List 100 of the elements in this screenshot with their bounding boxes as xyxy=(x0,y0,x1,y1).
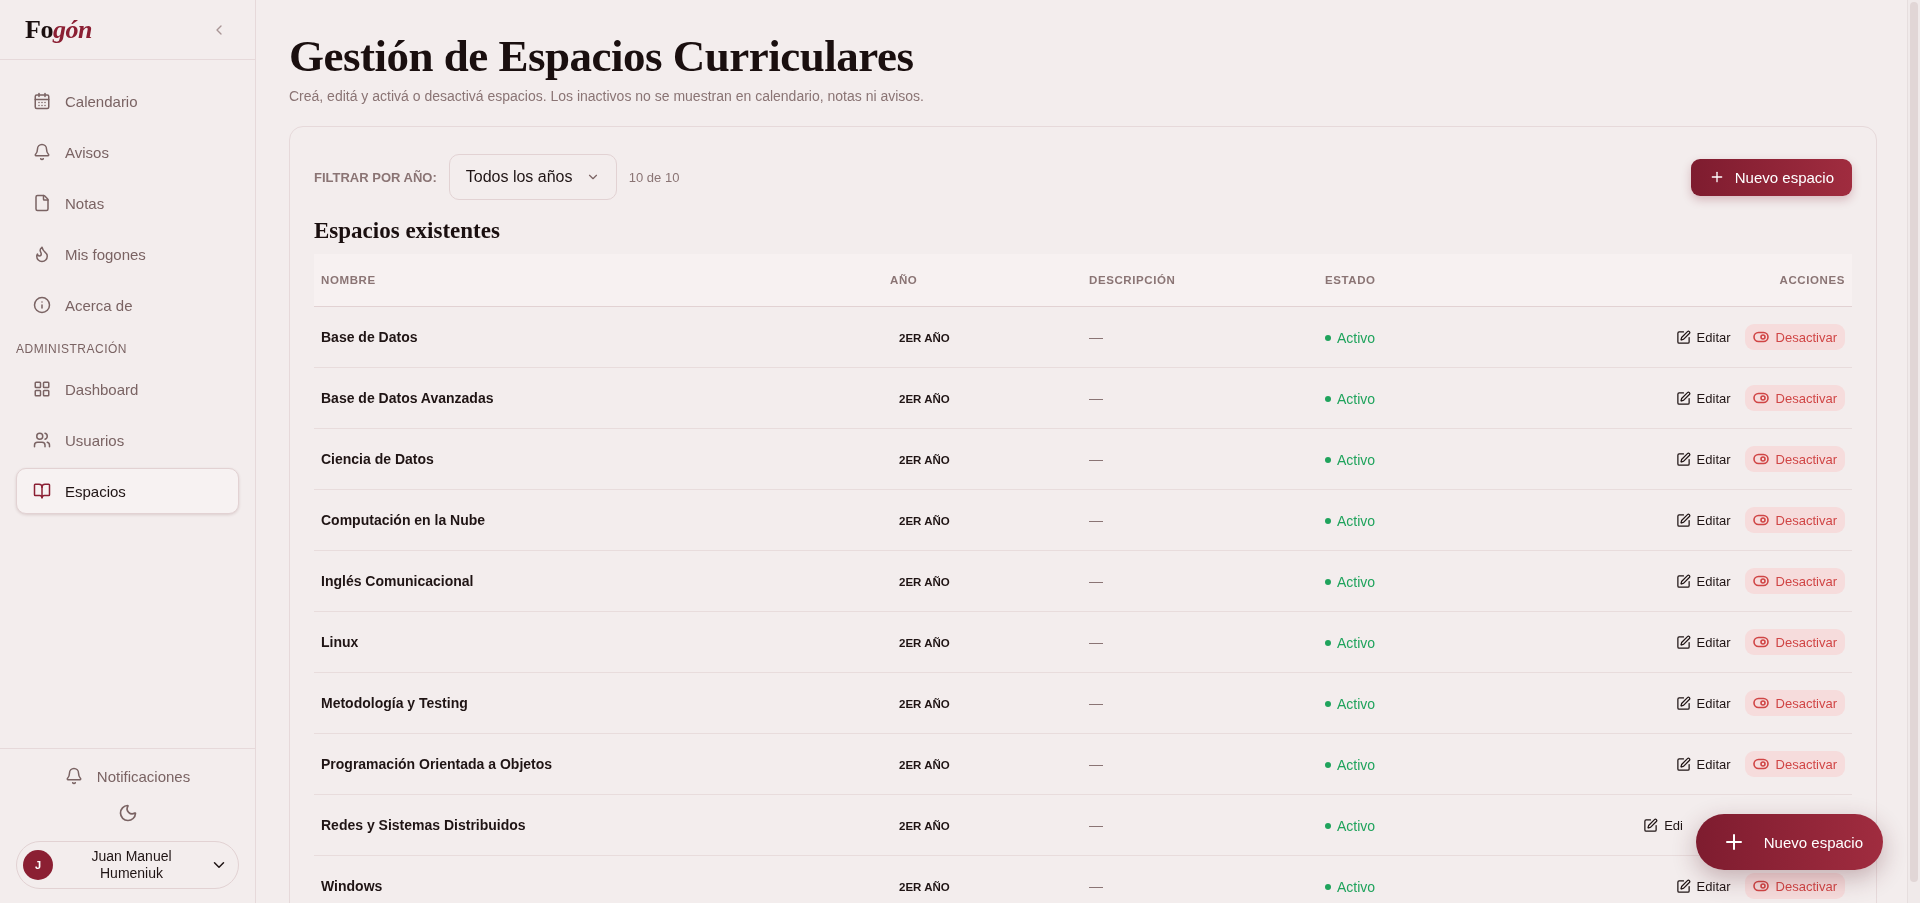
edit-button[interactable]: Editar xyxy=(1675,878,1731,894)
space-name: Inglés Comunicacional xyxy=(321,573,474,589)
status-label: Activo xyxy=(1325,330,1376,346)
deactivate-button[interactable]: Desactivar xyxy=(1744,873,1845,899)
status-label: Activo xyxy=(1325,513,1376,529)
edit-icon xyxy=(1675,695,1691,711)
year-tag: 2ER AÑO xyxy=(890,818,959,834)
edit-button[interactable]: Editar xyxy=(1675,512,1731,528)
edit-icon xyxy=(1643,817,1659,833)
deactivate-button[interactable]: Desactivar xyxy=(1744,629,1845,655)
toggle-icon xyxy=(1752,697,1769,709)
nav-item[interactable]: Notas xyxy=(16,180,239,226)
status-label: Activo xyxy=(1325,635,1376,651)
nav-item[interactable]: Mis fogones xyxy=(16,231,239,277)
space-name: Base de Datos xyxy=(321,329,418,345)
notifications-link[interactable]: Notificaciones xyxy=(64,767,191,785)
edit-button[interactable]: Editar xyxy=(1675,451,1731,467)
description-text: — xyxy=(1089,451,1103,467)
nav-icon xyxy=(33,245,51,263)
space-name: Metodología y Testing xyxy=(321,695,468,711)
edit-button[interactable]: Editar xyxy=(1675,329,1731,345)
edit-button[interactable]: Editar xyxy=(1675,390,1731,406)
edit-button[interactable]: Editar xyxy=(1675,756,1731,772)
section-heading: ADMINISTRACIÓN xyxy=(15,340,128,358)
description-text: — xyxy=(1089,634,1103,650)
space-name: Programación Orientada a Objetos xyxy=(321,756,553,772)
description-text: — xyxy=(1089,756,1103,772)
space-name: Ciencia de Datos xyxy=(321,451,434,467)
edit-icon xyxy=(1675,878,1691,894)
deactivate-button[interactable]: Desactivar xyxy=(1744,751,1845,777)
deactivate-button[interactable]: Desactivar xyxy=(1744,446,1845,472)
toggle-icon xyxy=(1752,575,1769,587)
moon-icon[interactable] xyxy=(117,803,138,823)
logo: Fogón xyxy=(25,14,92,45)
space-name: Redes y Sistemas Distribuidos xyxy=(321,817,526,833)
status-label: Activo xyxy=(1325,757,1376,773)
avatar: J xyxy=(23,850,53,880)
nav-item[interactable]: Calendario xyxy=(16,78,239,124)
space-name: Linux xyxy=(321,634,359,650)
column-header: AÑO xyxy=(883,254,1082,307)
toggle-icon xyxy=(1752,331,1769,343)
status-label: Activo xyxy=(1325,574,1376,590)
year-tag: 2ER AÑO xyxy=(890,330,959,346)
toggle-icon xyxy=(1752,636,1769,648)
year-tag: 2ER AÑO xyxy=(890,757,959,773)
user-menu[interactable]: J Juan Manuel Humeniuk xyxy=(16,841,239,889)
nav-icon xyxy=(33,482,51,500)
toggle-icon xyxy=(1752,453,1769,465)
nav-icon xyxy=(33,431,51,449)
edit-button[interactable]: Editar xyxy=(1675,573,1731,589)
description-text: — xyxy=(1089,390,1103,406)
nav-icon xyxy=(33,296,51,314)
description-text: — xyxy=(1089,512,1103,528)
edit-icon xyxy=(1675,756,1691,772)
description-text: — xyxy=(1089,878,1103,894)
status-label: Activo xyxy=(1325,818,1376,834)
edit-button[interactable]: Edi xyxy=(1643,817,1683,833)
nav-item[interactable]: Avisos xyxy=(16,129,239,175)
column-header: ACCIONES xyxy=(1441,254,1852,307)
nav-item[interactable]: Espacios xyxy=(16,468,239,514)
deactivate-button[interactable]: Desactivar xyxy=(1744,385,1845,411)
page-subtitle: Creá, editá y activá o desactivá espacios. Los inactivos no se muestran en calendario, notas ni avisos. xyxy=(289,88,925,104)
space-name: Windows xyxy=(321,878,383,894)
nav-item[interactable]: Usuarios xyxy=(16,417,239,463)
nav-icon xyxy=(33,194,51,212)
year-tag: 2ER AÑO xyxy=(890,513,959,529)
toggle-icon xyxy=(1752,392,1769,404)
section-title: Espacios existentes xyxy=(314,218,501,244)
edit-icon xyxy=(1675,634,1691,650)
edit-icon xyxy=(1675,512,1691,528)
nav-icon xyxy=(33,143,51,161)
floating-new-space-button[interactable]: Nuevo espacio xyxy=(1695,814,1883,870)
column-header: NOMBRE xyxy=(314,254,883,307)
column-header: ESTADO xyxy=(1318,254,1442,307)
description-text: — xyxy=(1089,817,1103,833)
edit-icon xyxy=(1675,451,1691,467)
year-select[interactable]: Todos los años xyxy=(448,154,617,200)
column-header: DESCRIPCIÓN xyxy=(1082,254,1318,307)
status-label: Activo xyxy=(1325,391,1376,407)
deactivate-button[interactable]: Desactivar xyxy=(1744,324,1845,350)
year-tag: 2ER AÑO xyxy=(890,879,959,895)
edit-button[interactable]: Editar xyxy=(1675,634,1731,650)
bell-icon xyxy=(64,767,83,785)
description-text: — xyxy=(1089,573,1103,589)
edit-button[interactable]: Editar xyxy=(1675,695,1731,711)
year-tag: 2ER AÑO xyxy=(890,696,959,712)
toggle-icon xyxy=(1752,758,1769,770)
deactivate-button[interactable]: Desactivar xyxy=(1744,507,1845,533)
status-label: Activo xyxy=(1325,879,1376,895)
deactivate-button[interactable]: Desactivar xyxy=(1744,568,1845,594)
nav-icon xyxy=(33,380,51,398)
result-count: 10 de 10 xyxy=(628,169,680,185)
nav-item[interactable]: Dashboard xyxy=(16,366,239,412)
nav-item[interactable]: Acerca de xyxy=(16,282,239,328)
description-text: — xyxy=(1089,329,1103,345)
page-title: Gestión de Espacios Curriculares xyxy=(289,30,915,82)
filter-label: FILTRAR POR AÑO: xyxy=(314,169,437,185)
year-tag: 2ER AÑO xyxy=(890,391,959,407)
new-space-button[interactable]: Nuevo espacio xyxy=(1690,158,1852,196)
deactivate-button[interactable]: Desactivar xyxy=(1744,690,1845,716)
